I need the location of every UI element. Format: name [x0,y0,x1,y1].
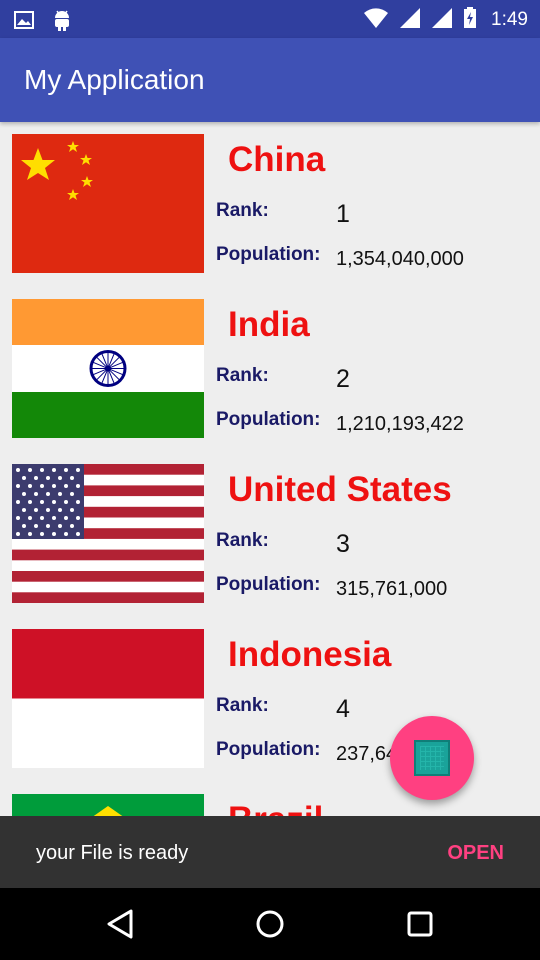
country-list[interactable]: China Rank: 1 Population: 1,354,040,000 [0,122,540,816]
back-icon[interactable] [104,908,136,940]
signal-icon [399,7,421,33]
snackbar-open-button[interactable]: OPEN [447,842,504,865]
rank-value: 2 [336,365,350,393]
navigation-bar [0,888,540,960]
india-flag [12,299,204,438]
population-label: Population: [216,409,321,430]
list-item[interactable]: China Rank: 1 Population: 1,354,040,000 [0,122,540,287]
rank-value: 4 [336,695,350,723]
fab-button[interactable] [390,716,474,800]
snackbar: your File is ready OPEN [0,816,540,888]
population-label: Population: [216,739,321,760]
status-time: 1:49 [491,9,528,30]
population-label: Population: [216,574,321,595]
recents-icon[interactable] [404,908,436,940]
country-name: United States [228,470,452,509]
population-value: 1,210,193,422 [336,413,464,435]
rank-label: Rank: [216,695,269,716]
brazil-flag [12,794,204,816]
app-bar: My Application [0,38,540,122]
us-flag [12,464,204,603]
status-bar: 1:49 [0,0,540,38]
country-name: India [228,305,310,344]
list-item[interactable]: India Rank: 2 Population: 1,210,193,422 [0,287,540,452]
signal-icon [431,7,453,33]
rank-label: Rank: [216,365,269,386]
china-flag [12,134,204,273]
country-name: China [228,140,326,179]
rank-value: 1 [336,200,350,228]
rank-label: Rank: [216,530,269,551]
indonesia-flag [12,629,204,768]
snackbar-message: your File is ready [36,842,189,864]
country-name: Indonesia [228,635,392,674]
home-icon[interactable] [254,908,286,940]
rank-value: 3 [336,530,350,558]
app-title: My Application [24,64,205,95]
wifi-icon [363,7,389,33]
grid-icon [414,740,450,776]
country-name: Brazil [228,800,323,816]
image-icon [14,11,34,33]
population-value: 1,354,040,000 [336,248,464,270]
population-label: Population: [216,244,321,265]
rank-label: Rank: [216,200,269,221]
list-item[interactable]: United States Rank: 3 Population: 315,76… [0,452,540,617]
android-icon [52,8,72,36]
battery-icon [463,7,477,33]
population-value: 315,761,000 [336,578,448,600]
